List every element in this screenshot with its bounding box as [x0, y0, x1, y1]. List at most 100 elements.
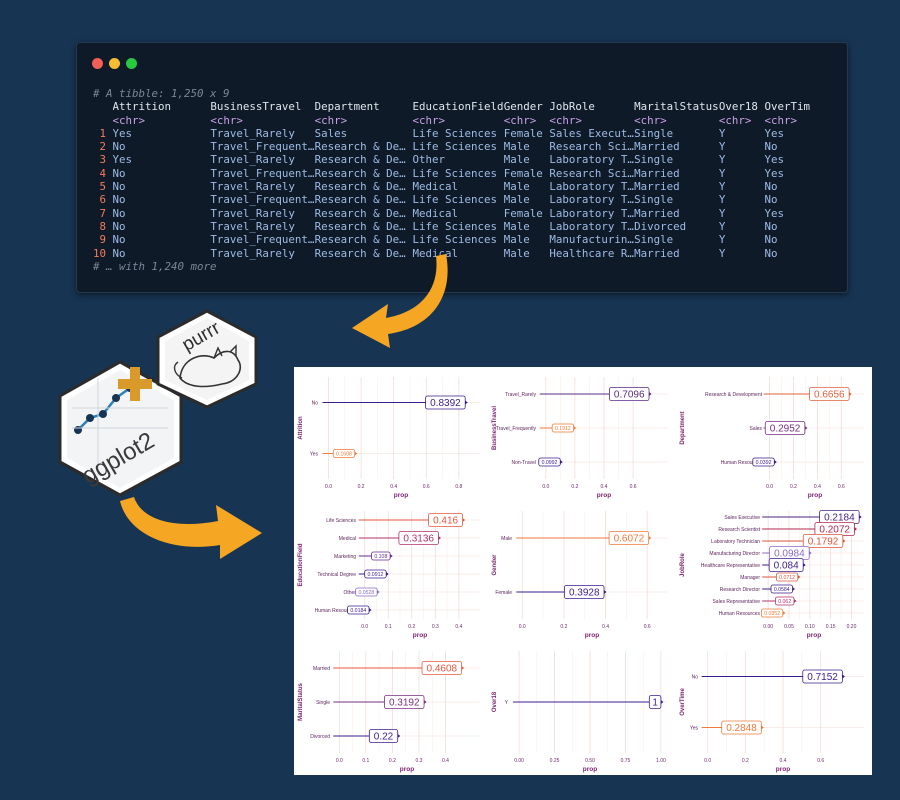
x-tick-label: 0.8	[455, 484, 462, 490]
x-tick-label: 0.00	[763, 624, 773, 630]
table-cell: Married	[634, 166, 680, 180]
table-cell: No	[764, 180, 778, 194]
purrr-cat-hex-icon: purrr	[156, 309, 258, 409]
x-axis-title: prop	[585, 632, 599, 639]
value-pointer	[794, 599, 797, 603]
value-label: 0.3136	[403, 534, 434, 545]
value-label: 0.0528	[358, 590, 374, 596]
table-cell: Travel_Rarely	[210, 153, 295, 167]
table-cell: Male	[503, 219, 530, 233]
column-type: <chr>	[210, 113, 243, 127]
value-label: 0.6072	[614, 534, 645, 545]
category-label: Other	[343, 590, 356, 596]
table-cell: Sales	[314, 126, 348, 140]
table-cell: Y	[718, 206, 726, 220]
column-type-row: <chr> <chr> <chr> <chr> <chr> <chr> <chr> <chr>…	[93, 114, 839, 127]
value-label: 0.084	[774, 561, 799, 572]
category-label: No	[692, 674, 699, 680]
value-label: 0.3192	[389, 698, 420, 709]
value-pointer	[792, 587, 795, 591]
row-number: 3	[99, 153, 107, 167]
maximize-dot-icon[interactable]	[126, 58, 137, 69]
value-pointer	[854, 527, 857, 531]
table-cell: Research & De…	[314, 193, 406, 207]
table-cell: Female	[503, 166, 543, 180]
category-label: Manager	[740, 575, 760, 581]
value-label: 0.8392	[430, 398, 461, 409]
x-tick-label: 0.50	[585, 758, 595, 764]
x-tick-label: 0.0	[519, 624, 526, 630]
y-axis-title: MaritalStatus	[298, 683, 304, 721]
category-label: Research Director	[720, 587, 761, 593]
table-cell: No	[112, 180, 126, 194]
facet-svg: 0.0 0.2 0.4 0.6 Research & Development 0.6656…	[680, 377, 864, 499]
value-label: 1	[652, 698, 658, 709]
value-label: 0.1608	[336, 451, 352, 457]
terminal-window: # A tibble: 1,250 x 9 Attrition BusinessT…	[76, 42, 848, 293]
category-label: Y	[505, 700, 509, 706]
table-cell: Male	[503, 193, 530, 207]
tibble-rows: 1 Yes Travel_Rarely Sales Life Sciences Femal…	[93, 127, 839, 260]
row-number: 6	[99, 193, 107, 207]
category-label: Laboratory Technician	[711, 539, 760, 545]
x-tick-label: 0.20	[847, 624, 857, 630]
row-number: 10	[93, 246, 107, 260]
x-tick-label: 0.4	[602, 624, 609, 630]
value-pointer	[803, 563, 806, 567]
value-pointer	[849, 392, 852, 396]
value-label: 0.0584	[774, 587, 790, 593]
y-axis-title: Gender	[492, 554, 498, 576]
table-cell: Yes	[112, 126, 133, 140]
row-number: 1	[99, 126, 107, 140]
table-row: 8 No Travel_Rarely Research & De… Life Scien…	[93, 220, 839, 233]
x-axis-title: prop	[808, 492, 822, 499]
column-type: <chr>	[764, 113, 797, 127]
category-label: Sales	[749, 426, 762, 432]
facet-chart-6: 0.0 0.1 0.2 0.3 0.4 Married 0.4608 Single 0.3192…	[294, 641, 488, 775]
table-cell: Male	[503, 180, 530, 194]
value-label: 0.0392	[756, 460, 772, 466]
table-cell: Divorced	[634, 219, 687, 233]
tibble-footer-comment: # … with 1,240 more	[93, 259, 217, 273]
facet-chart-1: 0.0 0.2 0.4 0.6 Travel_Rarely 0.7096 Travel_Fr…	[488, 367, 676, 501]
table-cell: Medical	[412, 180, 458, 194]
value-pointer	[649, 392, 652, 396]
value-pointer	[369, 608, 372, 612]
table-cell: Travel_Frequent…	[210, 193, 315, 207]
facet-svg: 0.00 0.05 0.10 0.15 0.20 Sales Executive 0.218…	[680, 510, 864, 639]
x-tick-label: 0.05	[784, 624, 794, 630]
table-cell: Travel_Frequent…	[210, 140, 315, 154]
minimize-dot-icon[interactable]	[109, 58, 120, 69]
table-cell: Male	[503, 246, 530, 260]
table-cell: Y	[718, 246, 726, 260]
column-header: Gender	[503, 100, 543, 114]
table-cell: Research & De…	[314, 219, 406, 233]
facet-chart-8: 0.0 0.2 0.4 0.6 No 0.7152 Yes 0.2848 OverTime pro…	[676, 641, 872, 775]
table-cell: Single	[634, 233, 674, 247]
table-cell: Y	[718, 180, 726, 194]
x-tick-label: 0.75	[621, 758, 631, 764]
table-cell: Male	[503, 233, 530, 247]
table-cell: Y	[718, 140, 726, 154]
facet-svg: 0.0 0.2 0.4 0.6 Male 0.6072 Female 0.3928 Gender…	[492, 511, 668, 639]
table-cell: Yes	[112, 153, 133, 167]
x-axis-title: prop	[583, 766, 597, 773]
table-cell: No	[112, 206, 126, 220]
category-label: Single	[316, 700, 330, 706]
table-cell: No	[112, 233, 126, 247]
facet-chart-7: 0.00 0.25 0.50 0.75 1.00 Y 1 Over18 prop	[488, 641, 676, 775]
row-number: 2	[99, 140, 107, 154]
table-cell: Y	[718, 219, 726, 233]
curved-arrow-icon-bottom	[120, 497, 262, 559]
value-pointer	[377, 590, 380, 594]
table-cell: Travel_Rarely	[210, 206, 295, 220]
table-cell: No	[112, 219, 126, 233]
value-label: 0.6656	[814, 390, 845, 401]
table-cell: Married	[634, 180, 680, 194]
x-axis-title: prop	[807, 632, 821, 639]
close-dot-icon[interactable]	[92, 58, 103, 69]
x-tick-label: 0.6	[644, 624, 651, 630]
table-cell: Yes	[764, 153, 784, 167]
table-cell: Life Sciences	[412, 233, 497, 247]
x-tick-label: 0.10	[805, 624, 815, 630]
